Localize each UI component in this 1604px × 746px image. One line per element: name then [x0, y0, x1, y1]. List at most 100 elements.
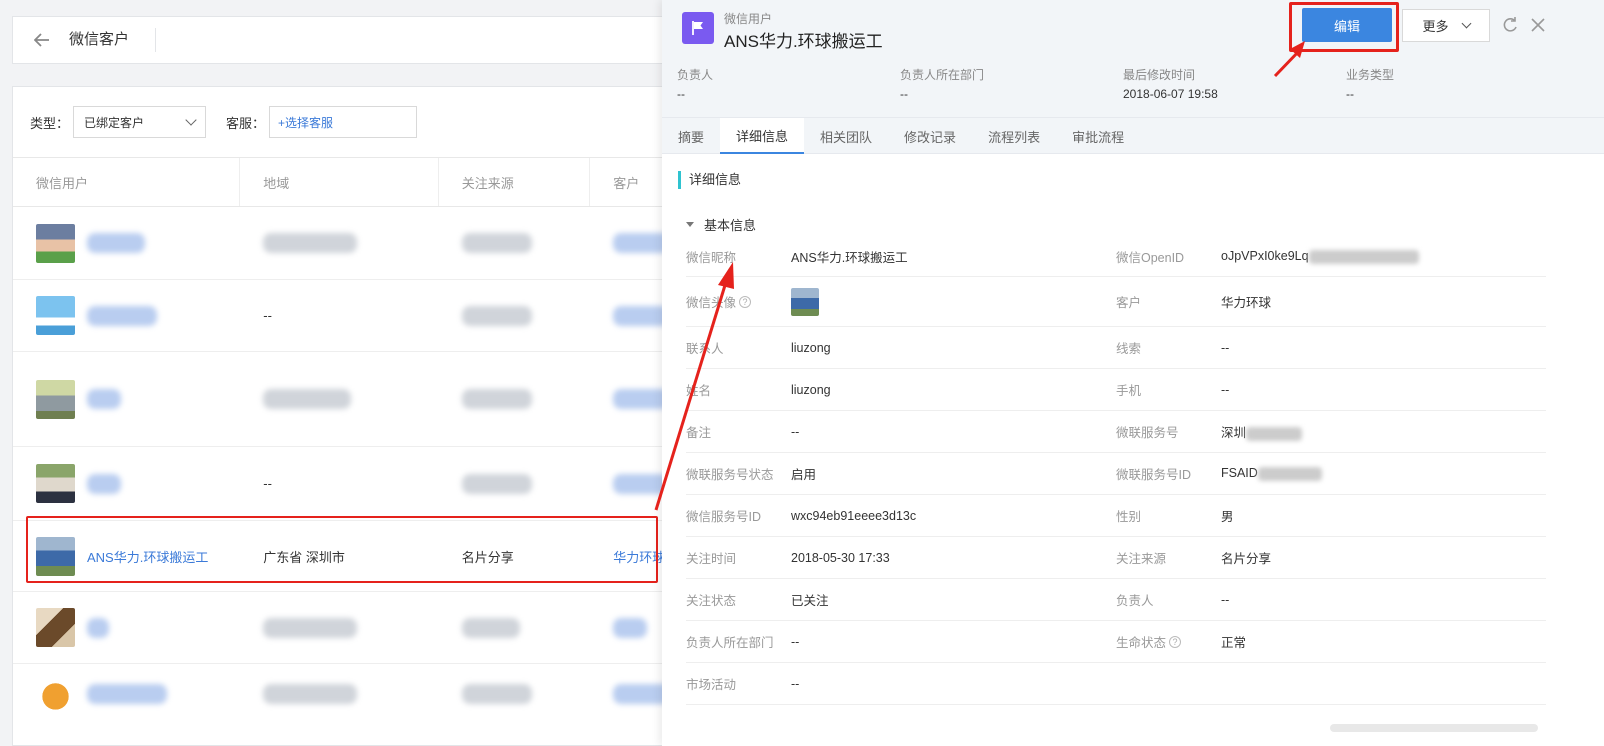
cell-region — [240, 592, 438, 663]
blurred-value — [1308, 249, 1419, 264]
meta-key: 业务类型 — [1346, 68, 1395, 82]
tab-approval-flow[interactable]: 审批流程 — [1056, 118, 1140, 154]
field-value: ANS华力.环球搬运工 — [791, 251, 908, 265]
column-header-region[interactable]: 地域 — [240, 158, 439, 206]
field-value: 名片分享 — [1221, 552, 1272, 566]
tab-related-team[interactable]: 相关团队 — [804, 118, 888, 154]
table-row[interactable]: -- — [13, 447, 691, 521]
customer-link[interactable]: 华力环球 — [613, 547, 665, 566]
field-label: 客户 — [1116, 296, 1142, 310]
wechat-user-link[interactable]: ANS华力.环球搬运工 — [87, 547, 208, 566]
meta-value: -- — [900, 87, 908, 101]
avatar — [36, 464, 75, 503]
field-value: 2018-05-30 17:33 — [791, 550, 890, 565]
field-value: 深圳 — [1221, 422, 1303, 441]
field-name: 姓名 liuzong — [686, 380, 1092, 399]
tab-change-log[interactable]: 修改记录 — [888, 118, 972, 154]
field-row: 关注时间 2018-05-30 17:33 关注来源 名片分享 — [686, 537, 1546, 579]
chevron-down-icon — [185, 114, 197, 126]
field-remark: 备注 -- — [686, 422, 1092, 441]
type-filter-select[interactable]: 已绑定客户 — [73, 106, 207, 138]
tab-process-list[interactable]: 流程列表 — [972, 118, 1056, 154]
group-toggle[interactable]: 基本信息 — [686, 215, 756, 234]
close-icon[interactable] — [1528, 15, 1548, 35]
cell-user — [13, 280, 240, 351]
help-icon[interactable]: ? — [1169, 635, 1182, 648]
caret-down-icon — [686, 222, 694, 227]
detail-panel: 微信用户 ANS华力.环球搬运工 编辑 更多 负责人 -- 负责人所在部门 --… — [662, 0, 1604, 746]
refresh-icon[interactable] — [1500, 15, 1520, 35]
field-label: 微信头像? — [686, 292, 791, 311]
field-label-text: 微信头像 — [686, 296, 737, 310]
field-value: -- — [1221, 592, 1230, 607]
cell-source — [439, 592, 591, 663]
field-label: 负责人 — [1116, 594, 1154, 608]
field-value: 正常 — [1221, 636, 1247, 650]
field-lead: 线索 -- — [1116, 338, 1522, 357]
field-service-account: 微联服务号 深圳 — [1116, 422, 1522, 441]
field-label: 手机 — [1116, 384, 1142, 398]
type-filter-value: 已绑定客户 — [84, 115, 145, 130]
field-row: 联系人 liuzong 线索 -- — [686, 327, 1546, 369]
field-wechat-avatar: 微信头像? — [686, 287, 1092, 316]
object-type: 微信用户 — [724, 12, 773, 26]
field-contact: 联系人 liuzong — [686, 338, 1092, 357]
customer-link[interactable]: 华力环球 — [1221, 292, 1271, 311]
field-life-status: 生命状态? 正常 — [1116, 632, 1522, 651]
field-value: 已关注 — [791, 594, 829, 608]
field-label: 微联服务号 — [1116, 426, 1179, 440]
field-label: 关注时间 — [686, 552, 737, 566]
field-label: 微联服务号状态 — [686, 468, 774, 482]
table-row[interactable]: -- — [13, 280, 691, 352]
service-picker[interactable]: +选择客服 — [269, 106, 418, 138]
object-name: ANS华力.环球搬运工 — [724, 32, 883, 51]
customer-table-card: 类型： 已绑定客户 客服： +选择客服 微信用户 地域 关注来源 客户 -- -… — [12, 86, 692, 746]
field-value: 启用 — [791, 468, 817, 482]
field-row: 微信服务号ID wxc94eb91eeee3d13c 性别 男 — [686, 495, 1546, 537]
field-gender: 性别 男 — [1116, 506, 1522, 525]
table-row[interactable] — [13, 207, 691, 280]
contact-link[interactable]: liuzong — [791, 341, 831, 355]
column-header-source[interactable]: 关注来源 — [439, 158, 591, 206]
field-label: 姓名 — [686, 384, 712, 398]
field-row: 负责人所在部门 -- 生命状态? 正常 — [686, 621, 1546, 663]
cell-region: 广东省 深圳市 — [263, 549, 345, 565]
field-row: 备注 -- 微联服务号 深圳 — [686, 411, 1546, 453]
meta-owner-dept: 负责人所在部门 -- — [900, 66, 1123, 101]
avatar — [36, 296, 75, 335]
field-follow-time: 关注时间 2018-05-30 17:33 — [686, 548, 1092, 567]
help-icon[interactable]: ? — [739, 295, 752, 308]
more-button[interactable]: 更多 — [1402, 9, 1490, 42]
blurred-name — [87, 233, 145, 253]
flag-icon — [682, 12, 714, 44]
back-arrow-icon[interactable] — [33, 31, 51, 49]
avatar-thumbnail[interactable] — [791, 287, 819, 316]
tab-details[interactable]: 详细信息 — [720, 118, 805, 154]
field-label: 联系人 — [686, 342, 724, 356]
table-row[interactable]: ANS华力.环球搬运工 广东省 深圳市 名片分享 华力环球 — [13, 521, 691, 592]
field-label: 市场活动 — [686, 678, 737, 692]
field-label: 微联服务号ID — [1116, 468, 1192, 482]
field-row: 微信头像? 客户 华力环球 — [686, 277, 1546, 327]
filter-bar: 类型： 已绑定客户 客服： +选择客服 — [13, 87, 691, 157]
avatar — [36, 223, 75, 263]
cell-source — [439, 447, 591, 520]
avatar — [36, 608, 75, 647]
service-account-visible: 深圳 — [1221, 426, 1247, 440]
field-owner: 负责人 -- — [1116, 590, 1522, 609]
column-header-wechat-user[interactable]: 微信用户 — [13, 158, 241, 206]
field-label: 负责人所在部门 — [686, 636, 774, 650]
tab-summary[interactable]: 摘要 — [662, 118, 720, 154]
edit-button[interactable]: 编辑 — [1302, 8, 1392, 42]
field-grid: 微信昵称 ANS华力.环球搬运工 微信OpenID oJpVPxI0ke9Lq … — [686, 237, 1546, 705]
blurred-name — [87, 473, 121, 494]
cell-source — [439, 352, 591, 446]
more-label: 更多 — [1422, 19, 1449, 34]
table-row[interactable] — [13, 352, 691, 447]
cell-region — [240, 207, 438, 279]
table-row[interactable] — [13, 592, 691, 664]
field-follow-status: 关注状态 已关注 — [686, 590, 1092, 609]
table-row[interactable] — [13, 664, 691, 724]
cell-user — [13, 352, 240, 446]
field-label: 微信OpenID — [1116, 251, 1185, 265]
